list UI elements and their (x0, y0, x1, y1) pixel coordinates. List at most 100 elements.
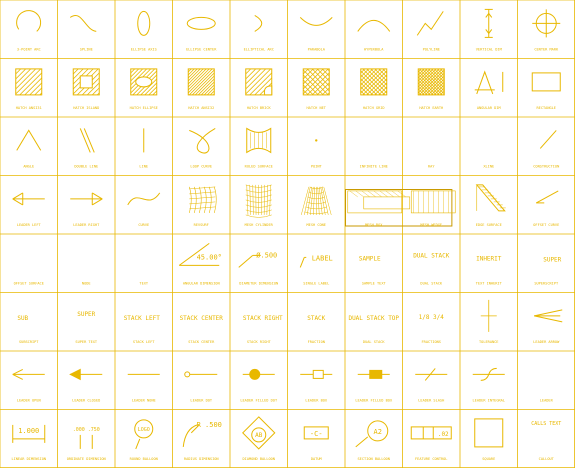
palette-cell-arc-3pt[interactable]: 3-POINT ARC (1, 1, 57, 58)
palette-cell-ellipse-vertical[interactable]: ELLIPSE AXIS (116, 1, 172, 58)
palette-cell-callout-text[interactable]: CALLS TEXT CALLOUT (519, 411, 575, 468)
palette-cell-leader-filled-box[interactable]: LEADER FILLED BOX (346, 352, 402, 409)
palette-cell-label: CONSTRUCTION (533, 165, 559, 169)
palette-cell-polyline[interactable]: POLYLINE (404, 1, 460, 58)
palette-cell-label: TEXT INHERIT (476, 282, 503, 286)
palette-cell-mesh-wedge[interactable]: MESH WEDGE (404, 177, 460, 234)
symbol-sample-text: STACK CENTER (180, 315, 224, 322)
palette-cell-square[interactable]: SQUARE (461, 411, 517, 468)
palette-cell-label: LEADER BOX (305, 399, 327, 403)
palette-cell-vertical-dimension[interactable]: VERTICAL DIM (461, 1, 517, 58)
palette-cell-dual-stack[interactable]: DUAL STACK TOP DUAL STACK (346, 294, 402, 351)
palette-cell-label: MESH WEDGE (420, 223, 442, 227)
palette-cell-blank[interactable]: XLINE (461, 118, 517, 175)
palette-cell-label: SQUARE (482, 457, 495, 461)
palette-cell-stack-right[interactable]: STACK RIGHT STACK RIGHT (231, 294, 287, 351)
palette-cell-label: NODE (82, 282, 91, 286)
palette-cell-leader-slash[interactable]: LEADER SLASH (404, 352, 460, 409)
palette-cell-leader-filled-dot[interactable]: LEADER FILLED DOT (231, 352, 287, 409)
palette-cell-label: LINEAR DIMENSION (11, 457, 46, 461)
palette-cell-label: FRACTION (308, 340, 325, 344)
palette-cell-fraction-stack[interactable]: STACK FRACTION (289, 294, 345, 351)
palette-cell-round-balloon[interactable]: LOGO ROUND BALLOON (116, 411, 172, 468)
palette-cell-angle[interactable]: ANGLE (1, 118, 57, 175)
palette-cell-label[interactable]: LABEL SINGLE LABEL (289, 235, 345, 292)
palette-cell-blank[interactable]: OFFSET SURFACE (1, 235, 57, 292)
palette-cell-section-balloon[interactable]: A2 SECTION BALLOON (346, 411, 402, 468)
palette-cell-blank[interactable]: INFINITE LINE (346, 118, 402, 175)
palette-cell-ruled-surface[interactable]: RULED SURFACE (231, 118, 287, 175)
palette-cell-leader-open[interactable]: LEADER OPEN (1, 352, 57, 409)
palette-cell-label: MESH CONE (307, 223, 326, 227)
palette-cell-arrow-left[interactable]: LEADER LEFT (1, 177, 57, 234)
palette-cell-label: SUPER TEXT (75, 340, 97, 344)
palette-cell-label: ELLIPTICAL ARC (244, 48, 274, 52)
palette-cell-sample-text[interactable]: SAMPLE SAMPLE TEXT (346, 235, 402, 292)
palette-cell-mesh-cylinder[interactable]: MESH CYLINDER (231, 177, 287, 234)
symbol-sample-text: 1.000 (18, 427, 39, 435)
palette-cell-blank[interactable]: RAY (404, 118, 460, 175)
palette-cell-superscript-text[interactable]: SUPER SUPER TEXT (59, 294, 115, 351)
palette-cell-point[interactable]: POINT (289, 118, 345, 175)
palette-cell-rectangle[interactable]: RECTANGLE (519, 60, 575, 117)
palette-cell-ordinate-dimension[interactable]: .000 .750 ORDINATE DIMENSION (59, 411, 115, 468)
palette-cell-label: EDGE SURFACE (476, 223, 502, 227)
palette-cell-leader-arrow[interactable]: LEADER ARROW (519, 294, 575, 351)
palette-cell-center-mark[interactable]: CENTER MARK (519, 1, 575, 58)
palette-cell-angle-dimension[interactable]: 45.00° ANGULAR DIMENSION (174, 235, 230, 292)
symbol-sample-text: SUPER (543, 256, 561, 263)
palette-cell-hyperbola-arc[interactable]: HYPERBOLA (346, 1, 402, 58)
palette-cell-leader-box[interactable]: LEADER BOX (289, 352, 345, 409)
palette-cell-leader-closed[interactable]: LEADER CLOSED (59, 352, 115, 409)
palette-cell-fraction-row[interactable]: 1/8 3/4 FRACTIONS (404, 294, 460, 351)
palette-cell-offset-curve[interactable]: OFFSET CURVE (519, 177, 575, 234)
palette-cell-label: LOOP CURVE (190, 165, 212, 169)
stack-right-icon: STACK RIGHT (243, 315, 283, 322)
palette-cell-spline[interactable]: SPLINE (59, 1, 115, 58)
fraction-row-icon: 1/8 3/4 (419, 314, 445, 321)
palette-cell-slant-line[interactable]: CONSTRUCTION (519, 118, 575, 175)
palette-cell-parabola-arc[interactable]: PARABOLA (289, 1, 345, 58)
palette-cell-tolerance-stack[interactable]: TOLERANCE (461, 294, 517, 351)
stacked-text-icon: DUAL STACK (413, 252, 450, 259)
palette-cell-stack-left[interactable]: STACK LEFT STACK LEFT (116, 294, 172, 351)
palette-cell-line[interactable]: LINE (116, 118, 172, 175)
palette-cell-double-line[interactable]: DOUBLE LINE (59, 118, 115, 175)
palette-cell-revolved-surface[interactable]: REVSURF (174, 177, 230, 234)
palette-cell-loop-curve[interactable]: LOOP CURVE (174, 118, 230, 175)
palette-cell-label: STACK CENTER (188, 340, 215, 344)
palette-cell-ellipse-horizontal[interactable]: ELLIPSE CENTER (174, 1, 230, 58)
palette-cell-angular-dimension[interactable]: ANGULAR DIM (461, 60, 517, 117)
palette-cell-label: SINGLE LABEL (303, 282, 329, 286)
palette-cell-curve[interactable]: CURVE (116, 177, 172, 234)
palette-cell-inherit-text[interactable]: INHERIT TEXT INHERIT (461, 235, 517, 292)
palette-cell-stack-center[interactable]: STACK CENTER STACK CENTER (174, 294, 230, 351)
palette-cell-arrow-right[interactable]: LEADER RIGHT (59, 177, 115, 234)
dual-stack-icon: DUAL STACK TOP (348, 315, 399, 322)
palette-cell-datum-box[interactable]: -C- DATUM (289, 411, 345, 468)
palette-cell-label: SAMPLE TEXT (362, 282, 387, 286)
palette-cell-blank[interactable]: TEXT (116, 235, 172, 292)
palette-cell-blank[interactable]: LEADER (519, 352, 575, 409)
palette-cell-linear-dimension[interactable]: 1.000 LINEAR DIMENSION (1, 411, 57, 468)
palette-cell-label: SECTION BALLOON (358, 457, 390, 461)
palette-cell-leader-dot[interactable]: LEADER DOT (174, 352, 230, 409)
palette-cell-elliptical-arc[interactable]: ELLIPTICAL ARC (231, 1, 287, 58)
palette-cell-edge-surface[interactable]: EDGE SURFACE (461, 177, 517, 234)
palette-cell-label: DUAL STACK (420, 282, 442, 286)
palette-cell-mesh-cone[interactable]: MESH CONE (289, 177, 345, 234)
palette-cell-subscript[interactable]: SUB SUBSCRIPT (1, 294, 57, 351)
palette-cell-feature-control[interactable]: .02 FEATURE CONTROL (404, 411, 460, 468)
palette-cell-radius-dimension[interactable]: R .500 RADIUS DIMENSION (174, 411, 230, 468)
palette-cell-stacked-text[interactable]: DUAL STACK DUAL STACK (404, 235, 460, 292)
palette-cell-leader-none[interactable]: LEADER NONE (116, 352, 172, 409)
symbol-palette: 3-POINT ARC SPLINE ELLIPSE AXIS ELLIPSE CEN… (0, 0, 575, 468)
palette-cell-label: LEADER OPEN (17, 399, 41, 403)
palette-cell-diamond-balloon[interactable]: AB DIAMOND BALLOON (231, 411, 287, 468)
palette-cell-blank[interactable]: NODE (59, 235, 115, 292)
palette-cell-leader-integral[interactable]: LEADER INTEGRAL (461, 352, 517, 409)
superscript-text-icon: SUPER (77, 311, 95, 318)
palette-cell-diameter-dimension[interactable]: Ø.500 DIAMETER DIMENSION (231, 235, 287, 292)
palette-cell-superscript[interactable]: SUPER SUPERSCRIPT (519, 235, 575, 292)
palette-cell-label: HATCH NET (307, 106, 327, 110)
